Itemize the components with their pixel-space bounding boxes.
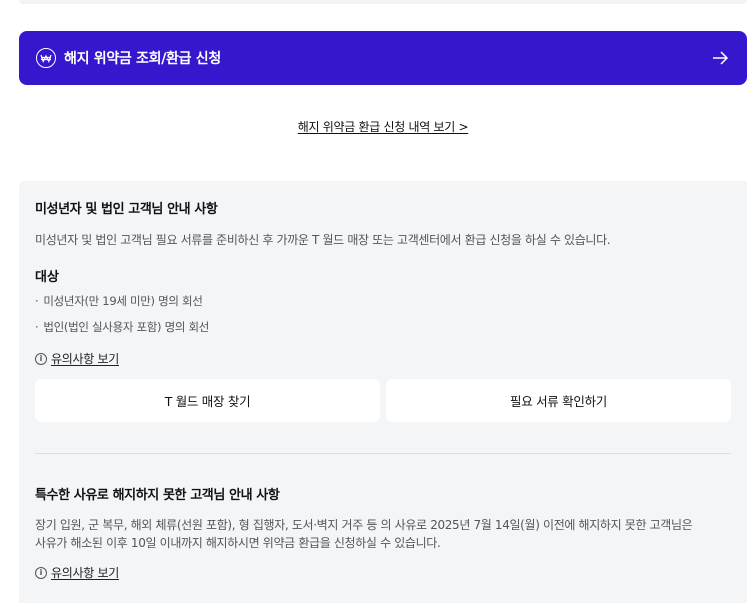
penalty-inquiry-button[interactable]: 해지 위약금 조회/환급 신청 xyxy=(19,31,747,85)
find-store-button[interactable]: T 월드 매장 찾기 xyxy=(35,379,380,422)
info-icon: i xyxy=(35,352,47,365)
minor-corporate-title: 미성년자 및 법인 고객님 안내 사항 xyxy=(35,202,218,217)
minor-corporate-desc: 미성년자 및 법인 고객님 필요 서류를 준비하신 후 가까운 T 월드 매장 … xyxy=(35,233,611,247)
section-divider xyxy=(35,453,731,454)
check-documents-button[interactable]: 필요 서류 확인하기 xyxy=(386,379,731,422)
target-item: 미성년자(만 19세 미만) 명의 회선 xyxy=(35,293,202,309)
notice-link-1[interactable]: i 유의사항 보기 xyxy=(35,350,119,367)
top-card-edge xyxy=(19,0,747,4)
notice-label: 유의사항 보기 xyxy=(51,352,119,366)
penalty-inquiry-label: 해지 위약금 조회/환급 신청 xyxy=(64,51,221,67)
won-icon xyxy=(36,48,56,68)
special-reason-desc-line1: 장기 입원, 군 복무, 해외 체류(선원 포함), 형 집행자, 도서·벽지 … xyxy=(35,518,693,532)
refund-history-link[interactable]: 해지 위약금 환급 신청 내역 보기 > xyxy=(0,118,755,135)
target-title: 대상 xyxy=(35,270,59,285)
target-item: 법인(법인 실사용자 포함) 명의 회선 xyxy=(35,319,209,335)
special-reason-desc-line2: 사유가 해소된 이후 10일 이내까지 해지하시면 위약금 환급을 신청하실 수… xyxy=(35,536,441,550)
special-reason-title: 특수한 사유로 해지하지 못한 고객님 안내 사항 xyxy=(35,488,280,503)
info-icon: i xyxy=(35,566,47,579)
guide-panel: 미성년자 및 법인 고객님 안내 사항 미성년자 및 법인 고객님 필요 서류를… xyxy=(19,181,747,603)
arrow-right-icon xyxy=(713,51,729,65)
notice-label: 유의사항 보기 xyxy=(51,566,119,580)
notice-link-2[interactable]: i 유의사항 보기 xyxy=(35,564,119,581)
